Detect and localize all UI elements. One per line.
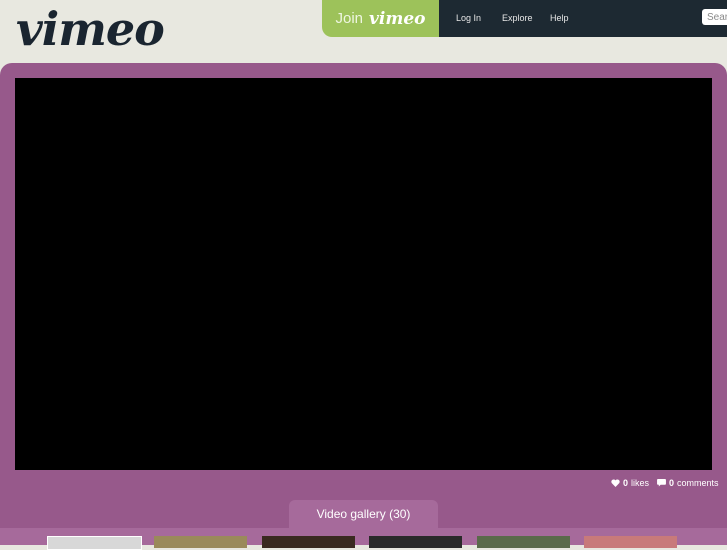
gallery-thumbnail-6[interactable] — [584, 536, 677, 548]
nav-help[interactable]: Help — [550, 13, 569, 23]
nav-log-in[interactable]: Log In — [456, 13, 481, 23]
gallery-thumbnail-4[interactable] — [369, 536, 462, 548]
comments-stat[interactable]: 0 comments — [657, 478, 719, 488]
comment-icon — [657, 479, 666, 487]
gallery-thumbnail-5[interactable] — [477, 536, 570, 548]
likes-label: likes — [631, 478, 650, 488]
likes-stat[interactable]: 0 likes — [611, 478, 649, 488]
gallery-thumbnail-1[interactable] — [47, 536, 142, 550]
top-nav: Join vimeo Log In Explore Help — [322, 0, 727, 37]
join-label: Join — [335, 10, 364, 27]
search-input[interactable] — [702, 10, 727, 24]
gallery-strip — [0, 528, 727, 550]
gallery-thumbnail-2[interactable] — [154, 536, 247, 548]
likes-count: 0 — [623, 478, 629, 488]
nav-explore[interactable]: Explore — [502, 13, 533, 23]
video-gallery-tab[interactable]: Video gallery (30) — [289, 500, 438, 528]
nav-bar: Log In Explore Help — [439, 0, 727, 37]
join-vimeo-button[interactable]: Join vimeo — [322, 0, 439, 37]
comments-count: 0 — [669, 478, 675, 488]
comments-label: comments — [677, 478, 719, 488]
heart-icon — [611, 479, 620, 487]
gallery-thumbnail-3[interactable] — [262, 536, 355, 548]
join-brand: vimeo — [369, 8, 426, 29]
vimeo-logo[interactable]: vimeo — [16, 2, 165, 56]
video-player[interactable] — [15, 78, 712, 470]
content-stage: 0 likes 0 comments Video gallery (30) — [0, 63, 727, 550]
search-box — [702, 9, 727, 25]
